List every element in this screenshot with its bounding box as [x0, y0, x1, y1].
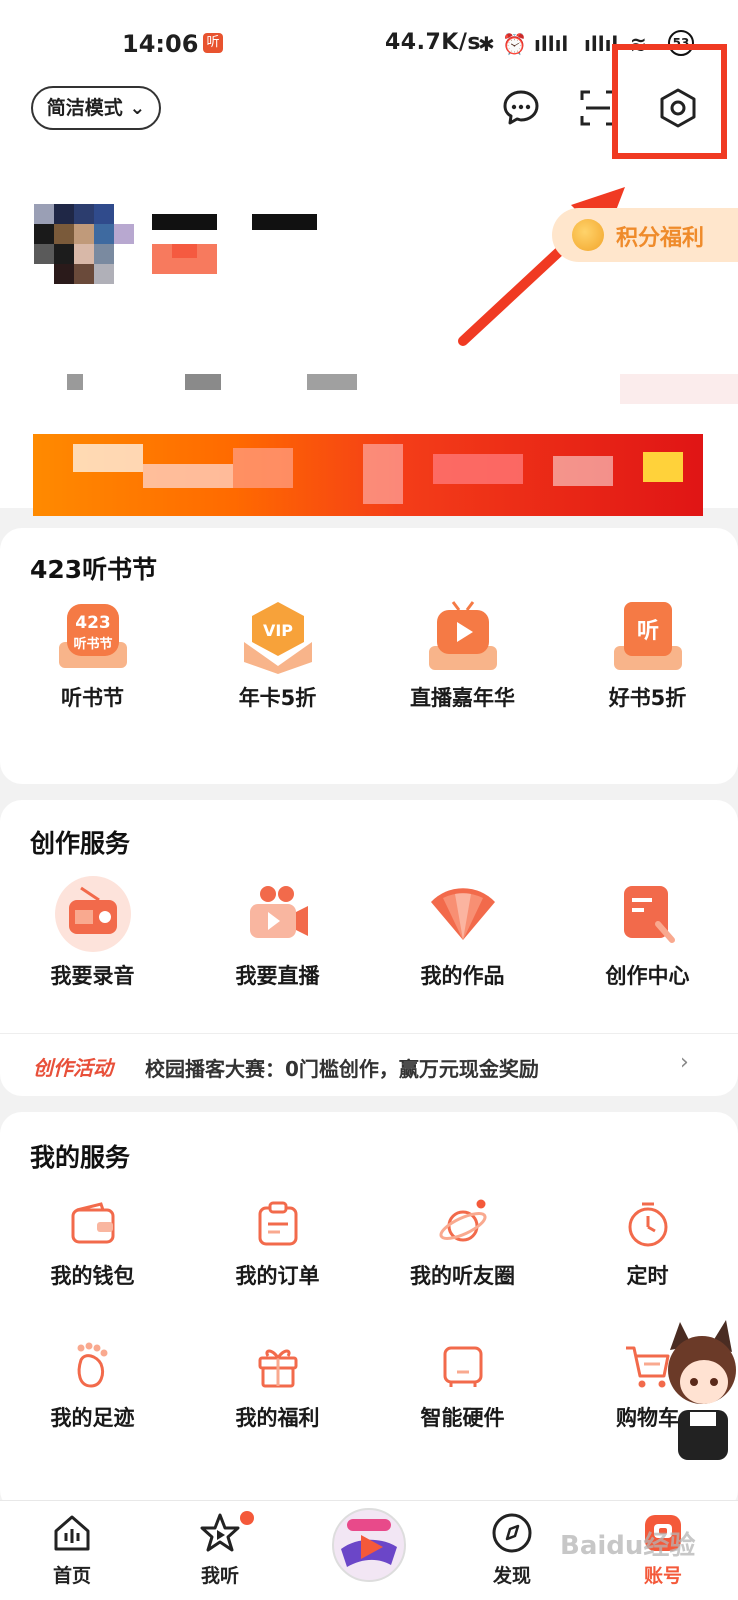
profile-header: 简洁模式 ⌄ 积分福利: [0, 44, 738, 516]
my-works-item[interactable]: 我的作品: [370, 874, 555, 990]
svg-text:423: 423: [75, 613, 111, 633]
svg-text:听书节: 听书节: [73, 636, 112, 652]
radio-icon: [54, 876, 131, 952]
document-edit-icon: [623, 886, 675, 943]
festival-item-4[interactable]: 听 好书5折: [555, 596, 738, 712]
video-camera-icon: [249, 886, 308, 938]
nav-discover[interactable]: 发现: [467, 1511, 557, 1588]
signal-icon: ıllıl: [534, 32, 569, 56]
creation-title: 创作服务: [30, 829, 131, 858]
timer-item[interactable]: 定时: [555, 1198, 738, 1290]
network-speed: 44.7K/s: [385, 30, 481, 55]
go-live-label: 我要直播: [235, 964, 320, 988]
nav-listen-label: 我听: [200, 1565, 239, 1587]
star-play-icon: [200, 1513, 240, 1552]
watermark: Baidu经验: [560, 1531, 696, 1561]
live-tv-icon: [428, 601, 497, 670]
avatar[interactable]: [34, 204, 134, 284]
nav-account-label: 账号: [643, 1565, 682, 1587]
footprint-label: 我的足迹: [50, 1406, 135, 1430]
message-icon[interactable]: [499, 86, 543, 130]
nav-center[interactable]: [324, 1507, 414, 1587]
orders-label: 我的订单: [235, 1264, 320, 1288]
status-time: 14:06: [122, 30, 199, 58]
mascot-float[interactable]: [660, 1320, 738, 1470]
planet-icon: [438, 1199, 487, 1242]
device-icon: [443, 1346, 482, 1387]
festival-item-label: 直播嘉年华: [410, 686, 515, 710]
footprint-icon: [77, 1342, 107, 1388]
nav-discover-label: 发现: [492, 1565, 531, 1587]
activity-tag: 创作活动: [33, 1056, 113, 1080]
services-title: 我的服务: [30, 1143, 131, 1172]
footprint-item[interactable]: 我的足迹: [0, 1340, 185, 1432]
fan-icon: [430, 888, 495, 940]
creator-center-label: 创作中心: [605, 964, 690, 988]
chevron-right-icon: ›: [680, 1050, 689, 1075]
festival-item-1[interactable]: 423 听书节 听书节: [0, 596, 185, 712]
record-audio-item[interactable]: 我要录音: [0, 874, 185, 990]
alarm-icon: ⏰: [502, 32, 527, 56]
pointer-arrow: [458, 187, 625, 346]
creation-card: 创作服务 我要录音 我要直播 我的作品 创作中心 创作活动 校园播客大赛：0门槛…: [0, 800, 738, 1096]
festival-card: 423听书节 423 听书节 听书节 VIP 年卡5折 直播嘉年华 听 好书5折: [0, 528, 738, 784]
nav-home[interactable]: 首页: [27, 1511, 117, 1588]
bluetooth-icon: ✱: [478, 32, 495, 56]
timer-icon: [628, 1202, 667, 1247]
vip-icon: VIP: [243, 602, 312, 674]
festival-item-label: 年卡5折: [238, 686, 317, 710]
festival-item-2[interactable]: VIP 年卡5折: [185, 596, 370, 712]
username-redacted: [152, 214, 317, 274]
listen-circle-label: 我的听友圈: [410, 1264, 515, 1288]
festival-423-icon: 423 听书节: [58, 604, 127, 668]
home-icon: [54, 1515, 90, 1551]
festival-item-label: 好书5折: [608, 686, 687, 710]
my-works-label: 我的作品: [420, 964, 505, 988]
svg-text:VIP: VIP: [262, 621, 292, 640]
timer-label: 定时: [626, 1264, 669, 1288]
creation-activity-row[interactable]: 创作活动 校园播客大赛：0门槛创作，赢万元现金奖励 ›: [0, 1033, 738, 1095]
promo-banner[interactable]: [33, 434, 703, 516]
wallet-item[interactable]: 我的钱包: [0, 1198, 185, 1290]
welfare-item[interactable]: 我的福利: [185, 1340, 370, 1432]
points-label: 积分福利: [616, 226, 705, 251]
app-badge: 听: [203, 33, 223, 53]
notification-dot: [240, 1511, 254, 1525]
festival-title: 423听书节: [30, 555, 158, 584]
center-logo-icon: [332, 1508, 406, 1582]
listen-circle-item[interactable]: 我的听友圈: [370, 1198, 555, 1290]
wallet-label: 我的钱包: [50, 1264, 135, 1288]
coin-icon: [572, 219, 604, 251]
creator-center-item[interactable]: 创作中心: [555, 874, 738, 990]
festival-item-label: 听书节: [61, 686, 124, 710]
simple-mode-button[interactable]: 简洁模式 ⌄: [31, 86, 161, 130]
svg-text:听: 听: [636, 619, 658, 644]
stats-redacted: [67, 374, 738, 404]
orders-item[interactable]: 我的订单: [185, 1198, 370, 1290]
smart-hardware-label: 智能硬件: [420, 1406, 505, 1430]
record-audio-label: 我要录音: [50, 964, 135, 988]
settings-highlight-box: [612, 44, 727, 159]
book-icon: 听: [613, 602, 682, 670]
festival-item-3[interactable]: 直播嘉年华: [370, 596, 555, 712]
gift-icon: [258, 1349, 297, 1388]
services-card: 我的服务 我的钱包 我的订单 我的听友圈 定时 我的足迹 我的福利 智能硬件 购…: [0, 1112, 738, 1512]
order-icon: [258, 1201, 297, 1246]
points-welfare-button[interactable]: 积分福利: [552, 208, 738, 262]
discover-icon: [492, 1513, 532, 1553]
activity-text: 校园播客大赛：0门槛创作，赢万元现金奖励: [145, 1057, 539, 1081]
welfare-label: 我的福利: [235, 1406, 320, 1430]
nav-home-label: 首页: [52, 1565, 91, 1587]
wallet-icon: [71, 1202, 114, 1244]
go-live-item[interactable]: 我要直播: [185, 874, 370, 990]
smart-hardware-item[interactable]: 智能硬件: [370, 1340, 555, 1432]
